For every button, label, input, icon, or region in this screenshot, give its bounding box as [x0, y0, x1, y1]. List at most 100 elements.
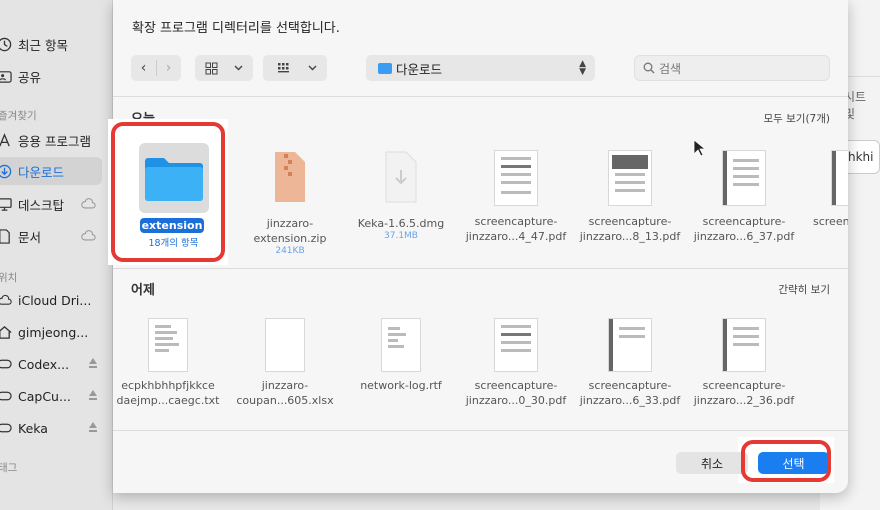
file-name: screen jinzzaro — [813, 215, 848, 228]
cancel-button[interactable]: 취소 — [676, 452, 748, 474]
file-name: network-log.rtf — [360, 379, 442, 392]
file-item-dmg[interactable]: Keka-1.6.5.dmg 37.1MB — [346, 148, 456, 241]
eject-icon[interactable] — [88, 357, 98, 369]
clock-icon — [0, 35, 13, 53]
drive-icon — [0, 355, 13, 373]
sidebar-item-label: Codex... — [18, 356, 70, 372]
search-field[interactable]: 검색 — [634, 55, 830, 81]
sidebar-item-capcut[interactable]: CapCu... — [0, 382, 110, 410]
file-item-pdf[interactable]: screencapture-jinzzaro...0_30.pdf — [461, 318, 571, 408]
updown-chevron-icon: ▲ ▼ — [579, 59, 586, 77]
background-text: 시트 및 — [844, 90, 867, 121]
sidebar-item-recents[interactable]: 최근 항목 — [0, 30, 110, 58]
file-item-txt[interactable]: ecpkhbhhpfjkkce daejmp...caegc.txt — [113, 318, 223, 408]
drive-icon — [0, 387, 13, 405]
file-name: screencapture-jinzzaro...4_47.pdf — [465, 215, 567, 243]
sidebar-item-label: gimjeong... — [18, 324, 89, 340]
sidebar-item-home[interactable]: gimjeong... — [0, 318, 110, 346]
sidebar-item-shared[interactable]: 공유 — [0, 62, 110, 90]
rtf-thumbnail — [381, 318, 421, 372]
file-name: Keka-1.6.5.dmg — [357, 217, 445, 230]
eject-icon[interactable] — [88, 389, 98, 401]
file-name: screencapture-jinzzaro...2_36.pdf — [693, 379, 795, 407]
document-icon — [0, 227, 13, 245]
sidebar-section-tags: 태그 — [0, 462, 18, 474]
sidebar-item-documents[interactable]: 문서 — [0, 222, 110, 250]
file-item-rtf[interactable]: network-log.rtf — [346, 318, 456, 393]
sidebar-item-label: 응용 프로그램 — [18, 133, 91, 149]
back-button[interactable]: ‹ — [131, 60, 156, 76]
dmg-file-icon — [385, 151, 417, 203]
search-placeholder: 검색 — [659, 61, 682, 76]
dialog-title: 확장 프로그램 디렉터리를 선택합니다. — [132, 21, 340, 36]
group-grid-icon — [278, 62, 289, 72]
location-label: 다운로드 — [396, 61, 443, 77]
sidebar-item-label: 최근 항목 — [18, 37, 68, 53]
eject-icon[interactable] — [88, 421, 98, 433]
section-title-yesterday: 어제 — [131, 283, 155, 298]
file-name: jinzzaro-coupan...605.xlsx — [236, 379, 334, 407]
xlsx-thumbnail — [265, 318, 305, 372]
file-item-pdf[interactable]: screen jinzzaro — [793, 148, 848, 229]
highlight-annotation-folder — [111, 122, 225, 262]
chevron-down-icon — [308, 65, 317, 71]
highlight-annotation-select — [741, 440, 831, 482]
sidebar-item-label: iCloud Dri... — [18, 292, 92, 308]
pdf-thumbnail — [494, 318, 538, 372]
txt-thumbnail — [148, 318, 188, 372]
sidebar-item-label: 다운로드 — [18, 164, 65, 180]
cloud-icon — [0, 291, 13, 309]
pdf-thumbnail — [608, 318, 652, 372]
sidebar-item-desktop[interactable]: 데스크탑 — [0, 190, 110, 218]
zip-file-icon — [275, 152, 305, 202]
sidebar-item-label: 공유 — [18, 69, 42, 85]
sidebar-item-label: 문서 — [18, 229, 42, 245]
nav-divider — [156, 60, 157, 76]
sidebar-item-keka[interactable]: Keka — [0, 414, 110, 442]
sidebar-item-label: CapCu... — [18, 388, 71, 404]
sidebar-item-codex[interactable]: Codex... — [0, 350, 110, 378]
search-icon — [643, 62, 655, 74]
toolbar-divider — [113, 96, 848, 97]
file-item-pdf[interactable]: screencapture-jinzzaro...8_13.pdf — [575, 148, 685, 244]
file-name: jinzzaro-extension.zip — [253, 217, 327, 245]
home-icon — [0, 323, 13, 341]
grid-icon — [205, 62, 218, 74]
folder-icon — [378, 62, 392, 74]
sidebar-item-label: 데스크탑 — [18, 197, 65, 213]
forward-button[interactable]: › — [156, 60, 181, 76]
pdf-thumbnail — [608, 150, 652, 206]
file-subtitle: 241KB — [275, 246, 305, 256]
sidebar-item-icloud[interactable]: iCloud Dri... — [0, 286, 110, 314]
sidebar: 최근 항목 공유 즐겨찾기 응용 프로그램 다운로드 데스크탑 문서 위치 iC… — [0, 0, 113, 510]
file-item-pdf[interactable]: screencapture-jinzzaro...6_33.pdf — [575, 318, 685, 408]
view-mode-button[interactable] — [195, 55, 253, 81]
file-name: ecpkhbhhpfjkkce daejmp...caegc.txt — [116, 379, 220, 407]
group-by-button[interactable] — [263, 55, 327, 81]
file-item-zip[interactable]: jinzzaro-extension.zip 241KB — [235, 148, 345, 256]
pdf-thumbnail — [831, 150, 848, 206]
file-item-xlsx[interactable]: jinzzaro-coupan...605.xlsx — [230, 318, 340, 408]
mouse-cursor-icon — [693, 139, 705, 157]
sidebar-section-locations: 위치 — [0, 272, 18, 284]
shared-icon — [0, 67, 13, 85]
show-all-link[interactable]: 모두 보기(7개) — [763, 111, 830, 126]
sidebar-item-downloads[interactable]: 다운로드 — [0, 157, 102, 185]
footer-divider — [113, 430, 848, 431]
file-item-pdf[interactable]: screencapture-jinzzaro...2_36.pdf — [689, 318, 799, 408]
file-subtitle: 37.1MB — [384, 231, 418, 241]
show-less-link[interactable]: 간략히 보기 — [778, 282, 830, 297]
sidebar-item-label: Keka — [18, 420, 48, 436]
file-name: screencapture-jinzzaro...0_30.pdf — [465, 379, 567, 407]
nav-buttons: ‹ › — [131, 55, 181, 81]
apps-icon — [0, 131, 13, 149]
pdf-thumbnail — [722, 318, 766, 372]
file-item-pdf[interactable]: screencapture-jinzzaro...4_47.pdf — [461, 148, 571, 244]
sidebar-item-applications[interactable]: 응용 프로그램 — [0, 126, 110, 154]
file-item-pdf[interactable]: screencapture-jinzzaro...6_37.pdf — [689, 148, 799, 244]
location-popup[interactable]: 다운로드 ▲ ▼ — [366, 55, 595, 81]
background-text: hkhi — [848, 150, 874, 164]
file-name: screencapture-jinzzaro...6_33.pdf — [579, 379, 681, 407]
drive-icon — [0, 419, 13, 437]
cloud-icon — [81, 198, 96, 209]
